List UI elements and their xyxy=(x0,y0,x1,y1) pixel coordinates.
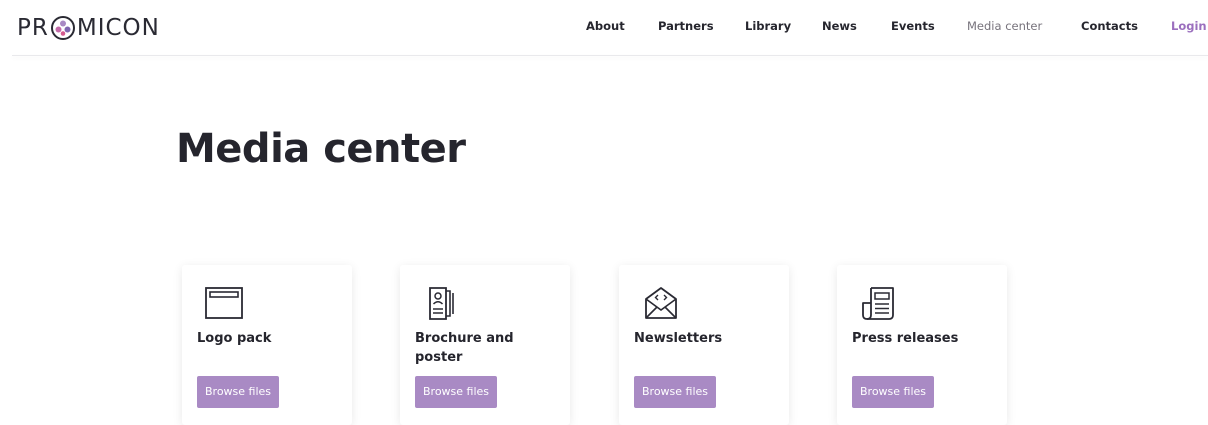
media-card-press-releases: Press releases Browse files xyxy=(837,265,1007,425)
nav-item-media-center[interactable]: Media center xyxy=(967,19,1042,33)
header-divider xyxy=(12,55,1208,56)
media-card-newsletters: Newsletters Browse files xyxy=(619,265,789,425)
login-link[interactable]: Login xyxy=(1171,19,1207,33)
newspaper-icon xyxy=(862,287,894,320)
browse-files-button[interactable]: Browse files xyxy=(197,376,280,408)
nav-item-about[interactable]: About xyxy=(586,19,625,33)
nav-item-events[interactable]: Events xyxy=(891,19,935,33)
logo-text-left: PR xyxy=(17,15,49,41)
card-title: Logo pack xyxy=(197,331,272,346)
promicon-logo[interactable]: PR MICON xyxy=(17,13,160,43)
page-title: Media center xyxy=(176,126,466,172)
nav-item-library[interactable]: Library xyxy=(745,19,791,33)
nav-item-contacts[interactable]: Contacts xyxy=(1081,19,1138,33)
browser-window-icon xyxy=(205,287,243,319)
browse-files-button[interactable]: Browse files xyxy=(415,376,498,408)
nav-item-news[interactable]: News xyxy=(822,19,857,33)
card-title: Brochure and poster xyxy=(415,331,514,365)
card-title: Newsletters xyxy=(634,331,723,346)
media-card-brochure: Brochure and poster Browse files xyxy=(400,265,570,425)
promicon-circle-logo-icon xyxy=(50,16,75,40)
logo-text-right: MICON xyxy=(76,15,160,41)
nav-item-partners[interactable]: Partners xyxy=(658,19,714,33)
site-header: PR MICON About Partners Library News Eve… xyxy=(0,0,1208,56)
media-card-logo-pack: Logo pack Browse files xyxy=(182,265,352,425)
card-title: Press releases xyxy=(852,331,959,346)
brochure-icon xyxy=(429,287,454,320)
envelope-code-icon xyxy=(645,287,677,319)
browse-files-button[interactable]: Browse files xyxy=(634,376,717,408)
browse-files-button[interactable]: Browse files xyxy=(852,376,935,408)
